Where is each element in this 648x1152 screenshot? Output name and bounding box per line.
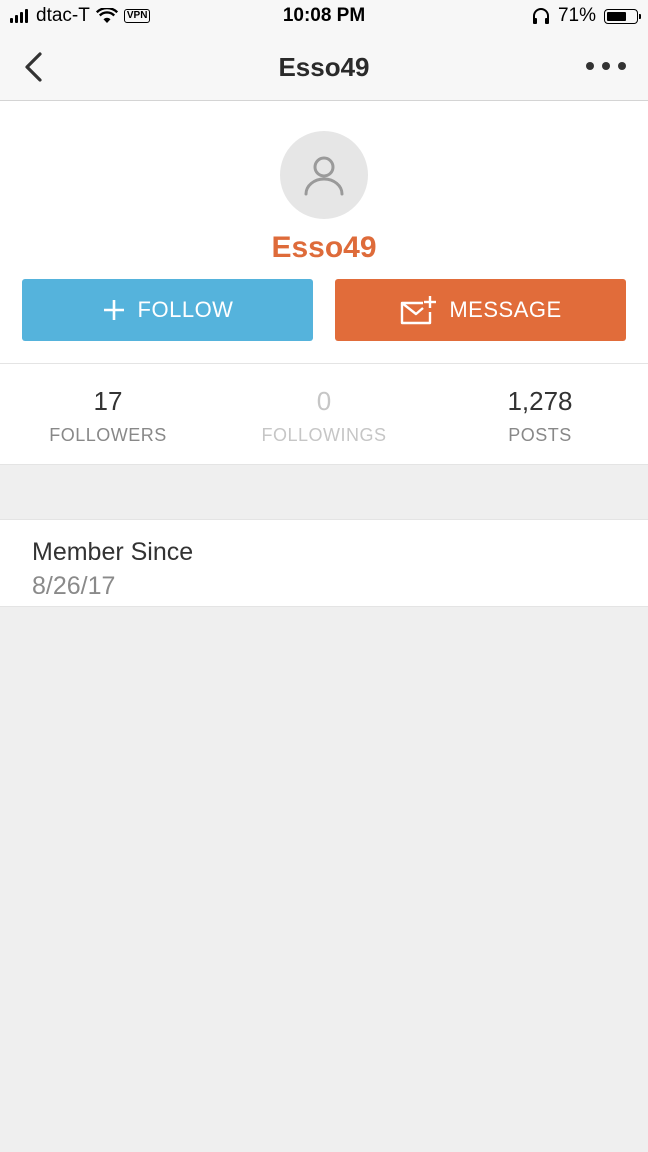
mail-plus-icon (401, 296, 437, 325)
follow-button[interactable]: FOLLOW (22, 279, 313, 341)
member-since-row: Member Since 8/26/17 (0, 519, 648, 607)
stat-posts[interactable]: 1,278 POSTS (432, 386, 648, 446)
battery-percent: 71% (557, 5, 596, 26)
stat-value: 0 (316, 386, 332, 416)
nav-bar: Esso49 (0, 34, 648, 101)
member-since-label: Member Since (32, 538, 194, 566)
page-title: Esso49 (278, 52, 370, 82)
stat-followers[interactable]: 17 FOLLOWERS (0, 386, 216, 446)
stat-label: POSTS (508, 425, 572, 445)
stat-label: FOLLOWERS (49, 425, 167, 445)
avatar (280, 131, 368, 219)
member-since-date: 8/26/17 (32, 572, 116, 600)
status-right: 71% (532, 5, 641, 27)
stat-label: FOLLOWINGS (261, 425, 387, 445)
stats-bar: 17 FOLLOWERS 0 FOLLOWINGS 1,278 POSTS (0, 363, 648, 465)
message-button[interactable]: MESSAGE (335, 279, 626, 341)
headphones-icon (532, 8, 549, 24)
profile-header: Esso49 FOLLOW MESSAGE (0, 101, 648, 363)
user-icon (304, 156, 344, 196)
stat-value: 1,278 (507, 386, 573, 416)
battery-icon (604, 8, 641, 24)
stat-value: 17 (93, 386, 123, 416)
stat-followings[interactable]: 0 FOLLOWINGS (216, 386, 432, 446)
follow-label: FOLLOW (137, 297, 234, 322)
plus-icon (103, 300, 124, 320)
status-bar: dtac-T VPN 10:08 PM 71% (0, 0, 648, 34)
message-label: MESSAGE (449, 297, 562, 322)
battery-fill (607, 11, 627, 21)
username: Esso49 (271, 231, 377, 264)
more-dots-icon[interactable] (584, 56, 628, 76)
